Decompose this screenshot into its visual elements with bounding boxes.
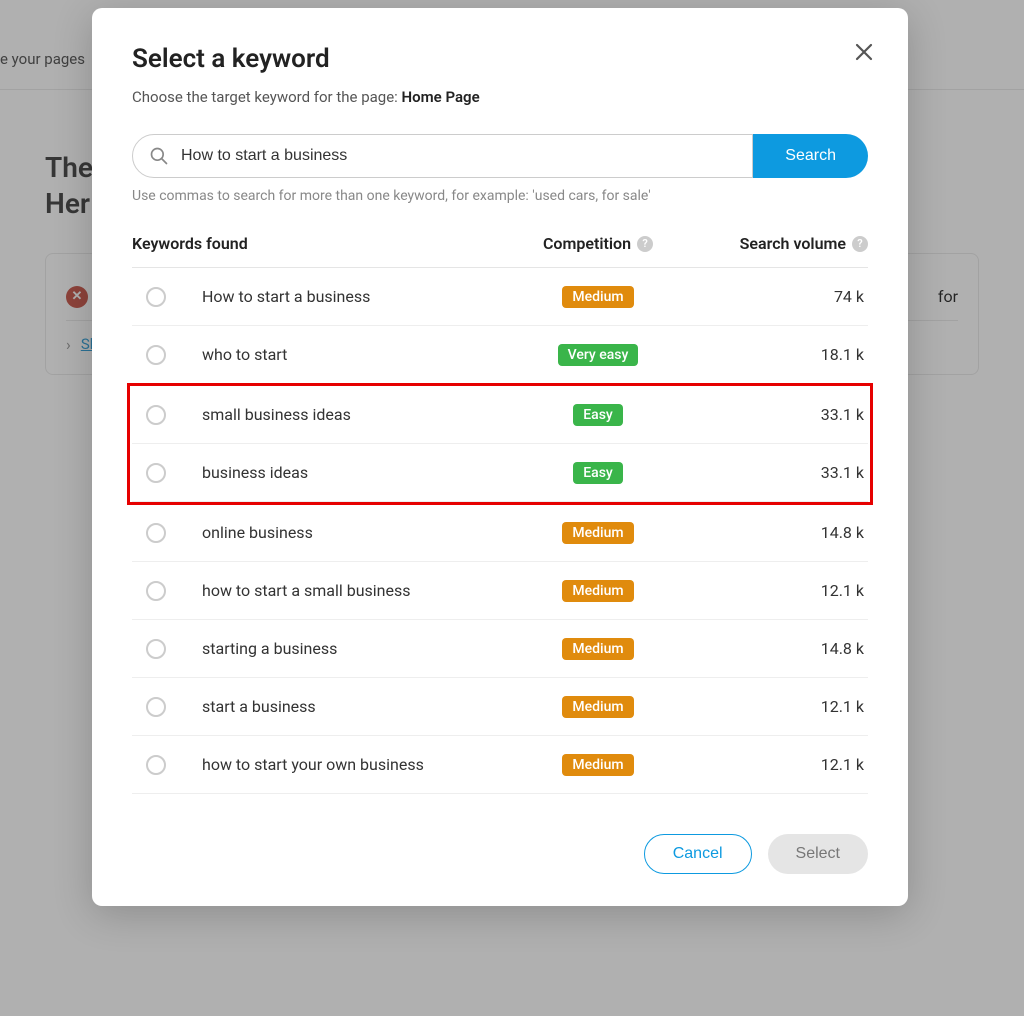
competition-cell: Medium [508,522,688,544]
table-row[interactable]: How to start a business Medium 74 k [132,268,868,326]
help-icon[interactable]: ? [852,236,868,252]
volume-cell: 14.8 k [688,639,868,658]
help-icon[interactable]: ? [637,236,653,252]
keyword-text: how to start your own business [202,755,508,774]
radio-button[interactable] [146,287,166,307]
table-row[interactable]: online business Medium 14.8 k [132,504,868,562]
table-header: Keywords found Competition ? Search volu… [132,234,868,268]
table-row[interactable]: business ideas Easy 33.1 k [132,444,868,502]
search-row: Search [132,134,868,178]
table-row[interactable]: starting a business Medium 14.8 k [132,620,868,678]
table-row[interactable]: who to start Very easy 18.1 k [132,326,868,384]
select-button[interactable]: Select [768,834,868,874]
volume-cell: 12.1 k [688,581,868,600]
table-row[interactable]: how to start a small business Medium 12.1 … [132,562,868,620]
competition-badge: Medium [562,522,633,544]
select-keyword-modal: Select a keyword Choose the target keywo… [92,8,908,906]
close-icon [852,40,876,64]
search-input[interactable] [181,147,736,165]
competition-cell: Very easy [508,344,688,366]
competition-cell: Medium [508,580,688,602]
competition-badge: Very easy [558,344,639,366]
competition-cell: Medium [508,754,688,776]
cancel-button[interactable]: Cancel [644,834,752,874]
table-row[interactable]: how to start your own business Medium 12.1… [132,736,868,794]
search-icon [149,146,169,166]
keyword-text: how to start a small business [202,581,508,600]
keyword-text: online business [202,523,508,542]
competition-badge: Medium [562,286,633,308]
keyword-text: business ideas [202,463,508,482]
subtitle-page-name: Home Page [402,88,480,106]
competition-cell: Medium [508,638,688,660]
keyword-text: How to start a business [202,287,508,306]
col-competition: Competition ? [508,234,688,253]
competition-badge: Medium [562,754,633,776]
volume-cell: 74 k [688,287,868,306]
modal-subtitle: Choose the target keyword for the page: … [132,88,868,106]
volume-cell: 33.1 k [688,405,868,424]
radio-button[interactable] [146,697,166,717]
col-keywords: Keywords found [132,234,508,253]
col-volume: Search volume ? [688,234,868,253]
search-input-wrap[interactable] [132,134,753,178]
competition-badge: Medium [562,638,633,660]
competition-cell: Easy [508,404,688,426]
volume-cell: 33.1 k [688,463,868,482]
radio-button[interactable] [146,639,166,659]
keyword-text: small business ideas [202,405,508,424]
table-row[interactable]: small business ideas Easy 33.1 k [132,386,868,444]
radio-button[interactable] [146,523,166,543]
competition-badge: Medium [562,696,633,718]
radio-button[interactable] [146,345,166,365]
radio-button[interactable] [146,755,166,775]
modal-actions: Cancel Select [132,834,868,874]
competition-badge: Easy [573,404,623,426]
volume-cell: 12.1 k [688,697,868,716]
table-body: How to start a business Medium 74 k who to … [132,268,868,794]
radio-button[interactable] [146,581,166,601]
competition-cell: Easy [508,462,688,484]
competition-badge: Medium [562,580,633,602]
competition-badge: Easy [573,462,623,484]
competition-cell: Medium [508,696,688,718]
radio-button[interactable] [146,463,166,483]
radio-button[interactable] [146,405,166,425]
table-row[interactable]: start a business Medium 12.1 k [132,678,868,736]
keyword-text: starting a business [202,639,508,658]
volume-cell: 14.8 k [688,523,868,542]
competition-cell: Medium [508,286,688,308]
search-button[interactable]: Search [753,134,868,178]
volume-cell: 12.1 k [688,755,868,774]
keyword-text: start a business [202,697,508,716]
volume-cell: 18.1 k [688,345,868,364]
search-hint: Use commas to search for more than one k… [132,188,868,204]
close-button[interactable] [852,40,876,64]
highlight-annotation: small business ideasEasy33.1 kbusiness i… [127,383,873,505]
modal-title: Select a keyword [132,44,868,74]
keyword-text: who to start [202,345,508,364]
